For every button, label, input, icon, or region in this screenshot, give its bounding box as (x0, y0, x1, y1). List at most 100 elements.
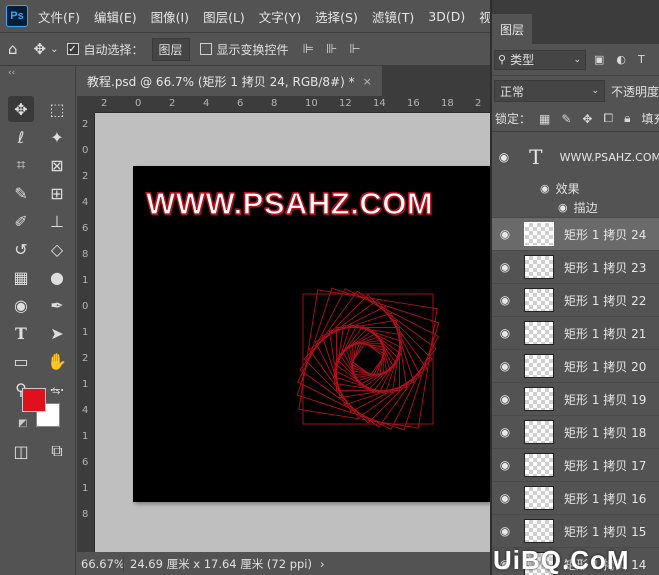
align-left-icon[interactable]: ⊫ (303, 42, 314, 57)
lock-position-icon[interactable]: ✥ (582, 112, 592, 126)
menu-filter[interactable]: 滤镜(T) (372, 7, 414, 26)
fill-label: 填充 (641, 112, 659, 126)
visibility-eye-icon[interactable]: ◉ (492, 392, 518, 406)
menu-type[interactable]: 文字(Y) (259, 7, 301, 26)
swap-colors-icon[interactable]: ⇆ (52, 386, 60, 397)
auto-select-checkbox[interactable]: ✓ (66, 43, 79, 55)
layer-row[interactable]: ◉ 矩形 1 拷贝 15 (492, 515, 659, 548)
menu-layer[interactable]: 图层(L) (203, 7, 245, 26)
effects-row[interactable]: ◉ 效果 (492, 178, 659, 198)
layer-row[interactable]: ◉ 矩形 1 拷贝 18 (492, 416, 659, 449)
menu-image[interactable]: 图像(I) (151, 7, 189, 26)
visibility-eye-icon[interactable]: ◉ (492, 491, 518, 505)
eyedropper-tool-icon[interactable]: ✎ (8, 180, 34, 206)
visibility-eye-icon[interactable]: ◉ (492, 359, 518, 373)
spiral-rectangle (298, 289, 438, 429)
auto-select-target-dropdown[interactable]: 图层 (151, 37, 190, 61)
effects-visibility-eye-icon[interactable]: ◉ (540, 182, 550, 195)
align-center-icon[interactable]: ⊪ (326, 42, 337, 57)
layer-thumbnail (524, 288, 554, 312)
tab-layers[interactable]: 图层 (492, 14, 533, 44)
stroke-visibility-eye-icon[interactable]: ◉ (558, 201, 568, 214)
visibility-eye-icon[interactable]: ◉ (492, 293, 518, 307)
magic-wand-tool-icon[interactable]: ✦ (44, 124, 70, 150)
close-icon[interactable]: × (363, 75, 372, 88)
layer-row[interactable]: ◉ 矩形 1 拷贝 24 (492, 218, 659, 251)
eraser-tool-icon[interactable]: ◇ (44, 236, 70, 262)
lock-transparency-icon[interactable]: ▦ (539, 112, 550, 126)
gradient-tool-icon[interactable]: ▦ (8, 264, 34, 290)
layer-thumbnail (524, 486, 554, 510)
layer-row[interactable]: ◉ 矩形 1 拷贝 22 (492, 284, 659, 317)
collapse-panel-icon[interactable]: ‹‹ (8, 68, 15, 78)
layer-row-text[interactable]: ◉ T WWW.PSAHZ.COM (492, 136, 659, 178)
blur-tool-icon[interactable]: ● (44, 264, 70, 290)
quick-mask-icon[interactable]: ◫ (8, 438, 34, 464)
move-tool-icon[interactable]: ✥ (8, 96, 34, 122)
menu-file[interactable]: 文件(F) (38, 7, 80, 26)
healing-brush-tool-icon[interactable]: ⊞ (44, 180, 70, 206)
type-filter-icon[interactable]: T (638, 53, 645, 66)
crop-tool-icon[interactable]: ⌗ (8, 152, 34, 178)
visibility-eye-icon[interactable]: ◉ (492, 425, 518, 439)
status-menu-chevron-icon[interactable]: › (320, 557, 325, 571)
stamp-tool-icon[interactable]: ⊥ (44, 208, 70, 234)
image-filter-icon[interactable]: ▣ (594, 53, 604, 66)
path-selection-tool-icon[interactable]: ➤ (44, 320, 70, 346)
spiral-rectangle (348, 339, 388, 379)
frame-tool-icon[interactable]: ⊠ (44, 152, 70, 178)
layer-row[interactable]: ◉ 矩形 1 拷贝 17 (492, 449, 659, 482)
dodge-tool-icon[interactable]: ◉ (8, 292, 34, 318)
marquee-tool-icon[interactable]: ⬚ (44, 96, 70, 122)
lock-all-icon[interactable]: 🔒︎ (624, 111, 630, 126)
brush-tool-icon[interactable]: ✐ (8, 208, 34, 234)
menu-edit[interactable]: 编辑(E) (94, 7, 137, 26)
align-right-icon[interactable]: ⊩ (349, 42, 360, 57)
document-size: 24.69 厘米 x 17.64 厘米 (72 ppi) (123, 555, 312, 572)
home-icon[interactable]: ⌂ (8, 40, 18, 58)
hand-tool-icon[interactable]: ✋ (44, 348, 70, 374)
layer-row[interactable]: ◉ 矩形 1 拷贝 20 (492, 350, 659, 383)
spiral-rectangle (328, 319, 408, 399)
history-brush-tool-icon[interactable]: ↺ (8, 236, 34, 262)
adjustment-filter-icon[interactable]: ◐ (616, 53, 626, 66)
tool-preset-chevron-icon[interactable]: ⌄ (50, 44, 58, 55)
screen-mode-icon[interactable]: ⧉ (44, 438, 70, 464)
pen-tool-icon[interactable]: ✒ (44, 292, 70, 318)
visibility-eye-icon[interactable]: ◉ (492, 326, 518, 340)
layer-filter-label: 类型 (510, 53, 535, 67)
type-tool-icon[interactable]: T (8, 320, 34, 346)
foreground-color-swatch[interactable] (22, 388, 46, 412)
show-transform-checkbox[interactable] (199, 43, 212, 55)
layer-row[interactable]: ◉ 矩形 1 拷贝 23 (492, 251, 659, 284)
layer-row[interactable]: ◉ 矩形 1 拷贝 16 (492, 482, 659, 515)
visibility-eye-icon[interactable]: ◉ (492, 524, 518, 538)
lasso-tool-icon[interactable]: ℓ (8, 124, 34, 150)
rectangle-tool-icon[interactable]: ▭ (8, 348, 34, 374)
menu-3d[interactable]: 3D(D) (428, 9, 465, 24)
spiral-rectangle (338, 329, 398, 389)
ruler-tick-label: 1 (82, 275, 89, 286)
document-canvas[interactable]: WWW.PSAHZ.COM (133, 166, 490, 502)
stroke-effect-row[interactable]: ◉ 描边 (492, 198, 659, 218)
layer-name: 矩形 1 拷贝 22 (564, 293, 647, 308)
menu-select[interactable]: 选择(S) (315, 7, 358, 26)
lock-pixels-icon[interactable]: ✎ (561, 112, 571, 126)
visibility-eye-icon[interactable]: ◉ (492, 150, 516, 164)
layer-filter-dropdown[interactable]: ⚲ 类型 ⌄ (494, 49, 586, 70)
visibility-eye-icon[interactable]: ◉ (492, 260, 518, 274)
blend-mode-dropdown[interactable]: 正常 ⌄ (494, 80, 605, 102)
layer-row[interactable]: ◉ 矩形 1 拷贝 19 (492, 383, 659, 416)
move-tool-icon[interactable]: ✥ (34, 40, 47, 58)
spiral-rectangle (308, 299, 428, 419)
document-tab[interactable]: 教程.psd @ 66.7% (矩形 1 拷贝 24, RGB/8#) * × (77, 66, 382, 96)
layer-thumbnail (524, 420, 554, 444)
layer-name: 矩形 1 拷贝 17 (564, 458, 647, 473)
layer-row[interactable]: ◉ 矩形 1 拷贝 21 (492, 317, 659, 350)
default-colors-icon[interactable]: ◩ (18, 418, 27, 429)
lock-artboard-icon[interactable]: ⧠ (603, 111, 613, 126)
pasteboard[interactable]: WWW.PSAHZ.COM (95, 113, 490, 552)
zoom-level[interactable]: 66.67% (77, 557, 125, 571)
visibility-eye-icon[interactable]: ◉ (492, 458, 518, 472)
visibility-eye-icon[interactable]: ◉ (492, 227, 518, 241)
